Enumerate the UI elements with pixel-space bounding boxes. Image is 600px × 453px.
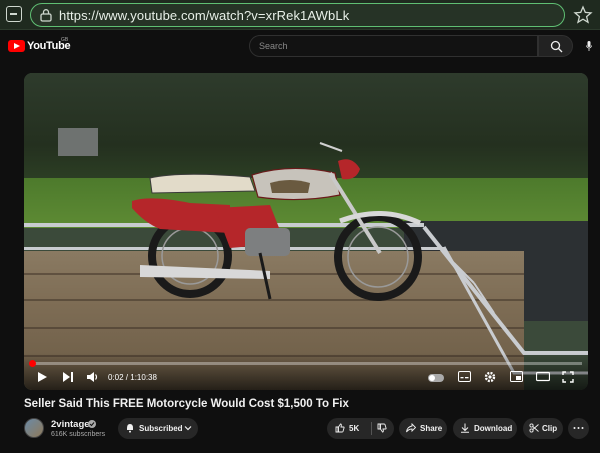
time-display: 0:02 / 1:10:38 (108, 373, 157, 382)
subscriber-count: 616K subscribers (51, 431, 106, 438)
player-controls: 0:02 / 1:10:38 (24, 353, 588, 390)
download-label: Download (474, 424, 513, 433)
share-button[interactable]: Share (399, 418, 447, 439)
share-icon (406, 423, 416, 433)
subtitles-icon[interactable] (458, 371, 471, 382)
search-icon (550, 40, 563, 53)
youtube-header: YouTube GB Search (0, 31, 600, 63)
clip-label: Clip (542, 424, 558, 433)
scissors-icon (529, 423, 539, 433)
dislike-button[interactable] (372, 418, 394, 439)
subscribed-button[interactable]: Subscribed (118, 418, 198, 439)
more-actions-button[interactable] (568, 418, 589, 439)
subscribed-label: Subscribed (139, 424, 183, 433)
video-player[interactable]: 0:02 / 1:10:38 (24, 73, 588, 390)
microphone-icon[interactable] (586, 41, 592, 51)
progress-bar[interactable] (30, 362, 582, 365)
time-total: 1:10:38 (130, 373, 157, 382)
verified-icon (88, 420, 96, 428)
search-button[interactable] (538, 35, 573, 57)
thumbs-down-icon (377, 423, 387, 433)
more-horizontal-icon (573, 427, 584, 429)
volume-icon[interactable] (86, 371, 99, 383)
channel-name[interactable]: 2vintage (51, 419, 90, 430)
miniplayer-icon[interactable] (510, 371, 523, 382)
tab-actions-icon[interactable] (6, 6, 22, 22)
next-video-icon[interactable] (62, 371, 74, 383)
autoplay-toggle[interactable] (428, 374, 444, 382)
time-current: 0:02 (108, 373, 124, 382)
settings-gear-icon[interactable] (484, 371, 496, 383)
bell-icon (127, 424, 133, 433)
chevron-down-icon (184, 426, 192, 431)
bookmark-star-icon[interactable] (572, 4, 594, 26)
download-button[interactable]: Download (453, 418, 517, 439)
like-button[interactable]: 5K (327, 418, 371, 439)
site-info-icon[interactable] (39, 8, 53, 22)
search-input[interactable]: Search (249, 35, 538, 57)
youtube-logo-icon[interactable] (8, 40, 25, 52)
region-code: GB (61, 37, 69, 43)
browser-address-bar: https://www.youtube.com/watch?v=xrRek1AW… (0, 0, 600, 30)
like-count: 5K (349, 424, 360, 433)
play-icon[interactable] (36, 371, 48, 383)
scrubber-handle[interactable] (29, 360, 36, 367)
like-dislike-group: 5K (327, 418, 394, 439)
url-text: https://www.youtube.com/watch?v=xrRek1AW… (59, 8, 350, 23)
url-field[interactable]: https://www.youtube.com/watch?v=xrRek1AW… (30, 3, 565, 27)
thumbs-up-icon (335, 423, 345, 433)
theater-mode-icon[interactable] (536, 371, 550, 382)
clip-button[interactable]: Clip (523, 418, 563, 439)
share-label: Share (420, 424, 443, 433)
fullscreen-icon[interactable] (562, 371, 574, 383)
channel-avatar[interactable] (24, 418, 44, 438)
download-icon (461, 423, 469, 433)
video-title: Seller Said This FREE Motorcycle Would C… (24, 398, 349, 410)
search-placeholder: Search (259, 41, 288, 51)
